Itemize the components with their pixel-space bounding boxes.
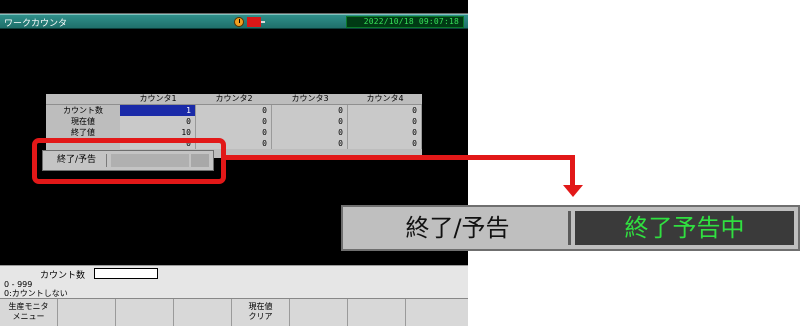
col-header-counter4: カウンタ4 — [366, 94, 404, 103]
col-header-counter3: カウンタ3 — [291, 94, 329, 103]
input-range-hint: 0 - 999 0:カウントしない — [4, 280, 68, 298]
softkey-line: クリア — [248, 312, 273, 321]
datetime-display: 2022/10/18 09:07:18 — [346, 16, 464, 28]
softkey-bar: 生産モニタ メニュー 現在値 クリア — [0, 298, 468, 326]
softkey-4[interactable] — [174, 299, 232, 326]
row-label-count: カウント数 — [63, 106, 103, 115]
callout-line-down — [570, 155, 575, 189]
softkey-8[interactable] — [406, 299, 468, 326]
clock-icon — [234, 17, 244, 27]
cell-count-counter2[interactable]: 0 — [196, 105, 272, 116]
cell-current-counter4[interactable]: 0 — [348, 116, 422, 127]
callout-line — [226, 155, 575, 160]
softkey-line: 生産モニタ — [8, 302, 49, 311]
cell-count-counter1[interactable]: 1 — [120, 105, 196, 116]
softkey-line: メニュー — [12, 312, 45, 321]
title-bar: ワークカウンタ 2022/10/18 09:07:18 — [0, 14, 468, 29]
cell-current-counter3[interactable]: 0 — [272, 116, 348, 127]
zoomed-end-warning-panel: 終了/予告 終了予告中 — [341, 205, 800, 251]
cell-current-counter2[interactable]: 0 — [196, 116, 272, 127]
count-input[interactable] — [94, 268, 158, 279]
softkey-line: 現在値 — [248, 302, 273, 311]
col-header-counter2: カウンタ2 — [215, 94, 253, 103]
zoomed-end-warning-label: 終了/予告 — [347, 211, 571, 245]
cell-end-counter2[interactable]: 0 — [196, 127, 272, 138]
softkey-current-value-clear[interactable]: 現在値 クリア — [232, 299, 290, 326]
softkey-2[interactable] — [58, 299, 116, 326]
softkey-7[interactable] — [348, 299, 406, 326]
cell-end-counter1[interactable]: 10 — [120, 127, 196, 138]
cell-count-counter4[interactable]: 0 — [348, 105, 422, 116]
input-area: カウント数 0 - 999 0:カウントしない — [0, 265, 468, 298]
range-line-1: 0 - 999 — [4, 280, 33, 289]
arrow-down-icon — [563, 185, 583, 197]
highlight-box — [32, 138, 226, 184]
softkey-6[interactable] — [290, 299, 348, 326]
range-line-2: 0:カウントしない — [4, 289, 68, 298]
cell-warning-counter3[interactable]: 0 — [272, 138, 348, 149]
end-warning-active-status: 終了予告中 — [575, 211, 794, 245]
cell-end-counter4[interactable]: 0 — [348, 127, 422, 138]
row-label-current: 現在値 — [71, 117, 95, 126]
cell-end-counter3[interactable]: 0 — [272, 127, 348, 138]
cell-count-counter3[interactable]: 0 — [272, 105, 348, 116]
softkey-3[interactable] — [116, 299, 174, 326]
cell-current-counter1[interactable]: 0 — [120, 116, 196, 127]
col-header-counter1: カウンタ1 — [139, 94, 177, 103]
screen-title: ワークカウンタ — [4, 19, 68, 29]
softkey-production-monitor-menu[interactable]: 生産モニタ メニュー — [0, 299, 58, 326]
top-strip — [0, 0, 468, 14]
datetime-text: 2022/10/18 09:07:18 — [363, 17, 459, 26]
row-label-end: 終了値 — [71, 128, 95, 137]
cell-warning-counter4[interactable]: 0 — [348, 138, 422, 149]
power-plug-icon — [247, 17, 265, 27]
